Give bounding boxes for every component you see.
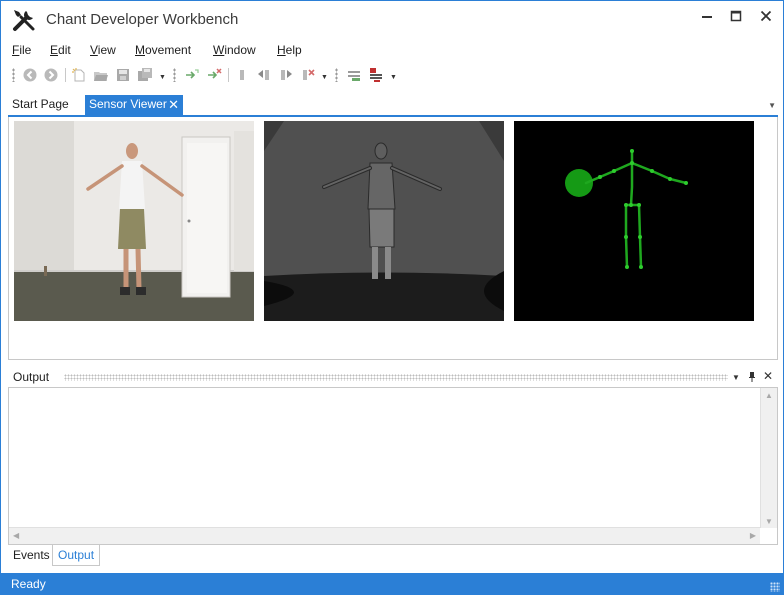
menu-bar: File Edit View Movement Window Help — [1, 41, 783, 61]
close-tab-icon[interactable]: ✕ — [168, 97, 179, 113]
menu-file[interactable]: File — [12, 43, 31, 57]
menu-view[interactable]: View — [90, 43, 116, 57]
window-title: Chant Developer Workbench — [46, 11, 239, 28]
tab-start-page[interactable]: Start Page — [8, 95, 73, 115]
toolbar: ▼ ▼ ▼ — [1, 63, 783, 87]
color-camera-image — [14, 121, 254, 321]
step-forward-icon — [281, 70, 292, 80]
skeleton-image — [514, 121, 754, 321]
color-camera-view — [14, 121, 254, 321]
save-button[interactable] — [115, 67, 131, 83]
toolbar-grip[interactable] — [335, 68, 338, 82]
menu-movement[interactable]: Movement — [135, 43, 191, 57]
menu-window[interactable]: Window — [213, 43, 256, 57]
record-icon — [348, 71, 360, 81]
resize-grip-icon[interactable] — [770, 582, 780, 592]
status-bar: Ready — [1, 573, 783, 595]
step-back-icon — [258, 70, 269, 80]
pin-icon[interactable] — [747, 371, 757, 383]
clear-button[interactable] — [300, 67, 316, 83]
output-panel-title: Output — [13, 370, 50, 384]
toolbar-grip[interactable] — [12, 68, 15, 82]
clear-dropdown-icon[interactable]: ▼ — [321, 74, 328, 81]
tab-output[interactable]: Output — [52, 545, 101, 566]
record-dropdown-icon[interactable]: ▼ — [390, 74, 397, 81]
close-panel-icon[interactable]: ✕ — [763, 369, 773, 383]
depth-camera-image — [264, 121, 504, 321]
title-bar[interactable]: Chant Developer Workbench — [1, 1, 783, 39]
document-tab-strip: Start Page Sensor Viewer ✕ ▼ — [8, 95, 778, 117]
clear-icon — [303, 69, 315, 80]
toolbar-grip[interactable] — [173, 68, 176, 82]
disconnect-icon — [208, 68, 222, 79]
back-icon — [23, 68, 37, 82]
bookmark-icon — [240, 70, 244, 80]
back-button[interactable] — [22, 67, 38, 83]
tab-label: Start Page — [12, 97, 69, 111]
tab-events[interactable]: Events — [8, 545, 55, 566]
app-window: Chant Developer Workbench File Edit View… — [0, 0, 784, 595]
scroll-right-icon[interactable]: ▶ — [750, 531, 756, 540]
tab-label: Events — [13, 548, 50, 562]
toolbar-separator — [228, 68, 229, 82]
vertical-scrollbar[interactable]: ▲ ▼ — [760, 388, 777, 528]
connect-icon — [186, 69, 199, 79]
skeleton-view — [514, 121, 754, 321]
connect-button[interactable] — [184, 67, 200, 83]
close-icon — [760, 10, 772, 22]
tools-app-icon — [13, 10, 35, 31]
open-project-button[interactable] — [93, 67, 109, 83]
status-text: Ready — [11, 577, 46, 591]
scroll-down-icon[interactable]: ▼ — [765, 517, 773, 526]
panel-menu-dropdown-icon[interactable]: ▼ — [732, 373, 740, 382]
maximize-icon — [730, 10, 742, 22]
new-project-icon — [72, 68, 85, 82]
step-forward-button[interactable] — [278, 67, 294, 83]
toolbar-separator — [65, 68, 66, 82]
save-dropdown-icon[interactable]: ▼ — [159, 74, 166, 81]
minimize-icon — [702, 16, 712, 18]
save-all-icon — [138, 68, 152, 81]
forward-button[interactable] — [43, 67, 59, 83]
close-button[interactable] — [748, 1, 784, 31]
tab-label: Sensor Viewer — [89, 97, 167, 111]
save-all-button[interactable] — [137, 67, 153, 83]
new-project-button[interactable] — [71, 67, 87, 83]
tab-label: Output — [58, 548, 95, 562]
depth-camera-view — [264, 121, 504, 321]
sensor-viewer-panel — [8, 117, 778, 360]
record-stop-button[interactable] — [368, 67, 384, 83]
scroll-up-icon[interactable]: ▲ — [765, 391, 773, 400]
panel-drag-grip[interactable] — [64, 374, 728, 381]
menu-edit[interactable]: Edit — [50, 43, 71, 57]
horizontal-scrollbar[interactable]: ◀ ▶ — [9, 527, 760, 544]
save-icon — [117, 69, 129, 81]
tab-overflow-dropdown-icon[interactable]: ▼ — [768, 101, 776, 110]
scroll-left-icon[interactable]: ◀ — [13, 531, 19, 540]
disconnect-button[interactable] — [206, 67, 222, 83]
record-button[interactable] — [346, 67, 362, 83]
output-text-area[interactable]: ▲ ▼ ◀ ▶ — [8, 387, 778, 545]
forward-icon — [44, 68, 58, 82]
bottom-tab-strip: Events Output — [8, 545, 778, 567]
bookmark-button[interactable] — [234, 67, 250, 83]
step-back-button[interactable] — [256, 67, 272, 83]
open-project-icon — [94, 72, 108, 81]
output-panel-header[interactable]: Output ▼ ✕ — [8, 367, 778, 387]
record-stop-icon — [370, 68, 382, 82]
menu-help[interactable]: Help — [277, 43, 302, 57]
tab-sensor-viewer[interactable]: Sensor Viewer ✕ — [85, 95, 183, 115]
